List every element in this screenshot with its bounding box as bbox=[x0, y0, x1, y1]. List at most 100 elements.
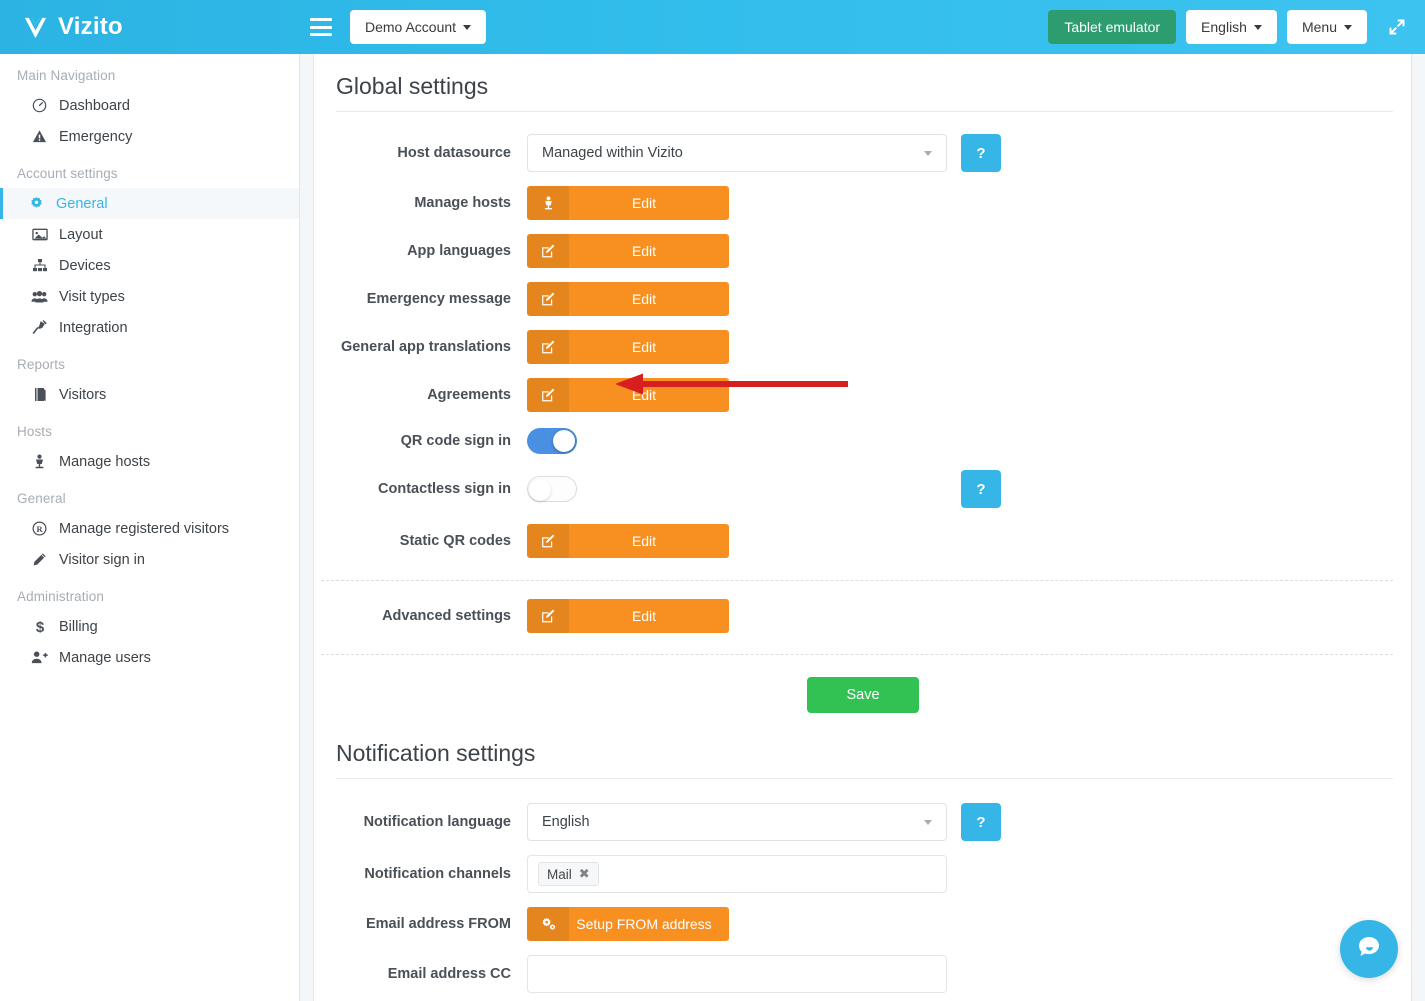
edit-button-label: Edit bbox=[631, 533, 657, 549]
sidebar-item-emergency[interactable]: Emergency bbox=[0, 121, 299, 152]
edit-pencil-square-icon bbox=[527, 234, 569, 268]
channel-tag-mail: Mail ✖ bbox=[538, 862, 599, 886]
edit-button-advanced-settings[interactable]: Edit bbox=[527, 599, 729, 633]
host-person-icon bbox=[527, 186, 569, 220]
user-plus-icon bbox=[31, 650, 48, 665]
sidebar-item-label: Integration bbox=[59, 319, 128, 336]
email-cc-input[interactable] bbox=[527, 955, 947, 993]
qr-code-sign-in-toggle[interactable] bbox=[527, 428, 577, 454]
sidebar-item-label: Manage hosts bbox=[59, 453, 151, 470]
channel-tag-label: Mail bbox=[547, 866, 572, 882]
sidebar-scrollbar-track[interactable] bbox=[300, 54, 314, 1001]
row-agreements: Agreements Edit bbox=[315, 378, 1411, 412]
sidebar-item-label: Emergency bbox=[59, 128, 133, 145]
setup-from-address-button[interactable]: Setup FROM address bbox=[527, 907, 729, 941]
dollar-icon: $ bbox=[31, 619, 48, 635]
chevron-down-icon bbox=[1253, 24, 1262, 30]
edit-button-agreements[interactable]: Edit bbox=[527, 378, 729, 412]
notification-channels-input[interactable]: Mail ✖ bbox=[527, 855, 947, 893]
row-notification-channels: Notification channels Mail ✖ bbox=[315, 855, 1411, 893]
host-datasource-select[interactable]: Managed within Vizito bbox=[527, 134, 947, 172]
expand-arrows-icon[interactable] bbox=[1385, 15, 1409, 39]
help-button-host-datasource[interactable]: ? bbox=[961, 134, 1001, 172]
vizito-v-logo-icon bbox=[22, 14, 49, 41]
account-dropdown-label: Demo Account bbox=[365, 19, 457, 35]
label-static-qr-codes: Static QR codes bbox=[399, 533, 511, 549]
brand-area: Vizito bbox=[0, 0, 300, 54]
sidebar-item-integration[interactable]: Integration bbox=[0, 312, 299, 343]
chevron-down-icon bbox=[463, 24, 472, 30]
edit-button-manage-hosts[interactable]: Edit bbox=[527, 186, 729, 220]
sidebar-item-devices[interactable]: Devices bbox=[0, 250, 299, 281]
svg-text:R: R bbox=[36, 524, 43, 534]
sidebar-item-manage-users[interactable]: Manage users bbox=[0, 642, 299, 673]
setup-from-address-label: Setup FROM address bbox=[576, 916, 712, 932]
label-advanced-settings: Advanced settings bbox=[382, 608, 511, 624]
sidebar-item-billing[interactable]: $ Billing bbox=[0, 611, 299, 642]
row-contactless-sign-in: Contactless sign in ? bbox=[315, 470, 1411, 508]
label-emergency-message: Emergency message bbox=[366, 291, 511, 307]
sidebar-item-visitor-sign-in[interactable]: Visitor sign in bbox=[0, 544, 299, 575]
row-static-qr-codes: Static QR codes Edit bbox=[315, 524, 1411, 558]
help-button-contactless-sign-in[interactable]: ? bbox=[961, 470, 1001, 508]
edit-pencil-square-icon bbox=[527, 282, 569, 316]
sidebar-item-label: Manage users bbox=[59, 649, 151, 666]
sidebar-item-manage-registered-visitors[interactable]: R Manage registered visitors bbox=[0, 513, 299, 544]
sidebar-group-title: Reports bbox=[17, 357, 65, 372]
sidebar-navigation: Main Navigation Dashboard Emergency Acco… bbox=[0, 54, 300, 1001]
sidebar-item-visitors[interactable]: Visitors bbox=[0, 379, 299, 410]
save-button-global-settings[interactable]: Save bbox=[807, 677, 919, 713]
hamburger-icon[interactable] bbox=[310, 18, 332, 36]
row-manage-hosts: Manage hosts Edit bbox=[315, 186, 1411, 220]
label-contactless-sign-in: Contactless sign in bbox=[378, 481, 511, 497]
sidebar-item-visit-types[interactable]: Visit types bbox=[0, 281, 299, 312]
help-button-notification-language[interactable]: ? bbox=[961, 803, 1001, 841]
language-dropdown-button[interactable]: English bbox=[1186, 10, 1277, 44]
gear-icon bbox=[28, 196, 45, 211]
page-scrollbar-track[interactable] bbox=[1411, 54, 1425, 1001]
row-app-languages: App languages Edit bbox=[315, 234, 1411, 268]
sidebar-item-label: Devices bbox=[59, 257, 111, 274]
main-content: Global settings Host datasource Managed … bbox=[315, 54, 1411, 1001]
menu-dropdown-label: Menu bbox=[1301, 19, 1337, 35]
book-icon bbox=[31, 387, 48, 402]
sidebar-group-title: Administration bbox=[17, 589, 104, 604]
host-datasource-value: Managed within Vizito bbox=[542, 145, 683, 161]
svg-text:$: $ bbox=[35, 619, 44, 635]
sidebar-item-label: Dashboard bbox=[59, 97, 130, 114]
topbar-right-controls: Tablet emulator English Menu bbox=[1048, 10, 1425, 44]
notification-language-select[interactable]: English bbox=[527, 803, 947, 841]
sidebar-item-label: General bbox=[56, 195, 108, 212]
chevron-down-icon bbox=[1344, 24, 1352, 30]
edit-button-label: Edit bbox=[631, 243, 657, 259]
chat-widget-button[interactable] bbox=[1340, 920, 1398, 978]
contactless-sign-in-toggle[interactable] bbox=[527, 476, 577, 502]
edit-button-app-languages[interactable]: Edit bbox=[527, 234, 729, 268]
label-app-languages: App languages bbox=[407, 243, 511, 259]
chat-bubble-icon bbox=[1354, 932, 1384, 967]
edit-button-label: Edit bbox=[631, 387, 657, 403]
edit-button-static-qr-codes[interactable]: Edit bbox=[527, 524, 729, 558]
edit-button-general-app-translations[interactable]: Edit bbox=[527, 330, 729, 364]
sidebar-item-layout[interactable]: Layout bbox=[0, 219, 299, 250]
sidebar-item-dashboard[interactable]: Dashboard bbox=[0, 90, 299, 121]
account-dropdown-button[interactable]: Demo Account bbox=[350, 10, 487, 44]
warning-triangle-icon bbox=[31, 129, 48, 144]
next-section-title-partial bbox=[336, 989, 342, 1001]
divider-dashed bbox=[321, 580, 1393, 581]
gears-icon bbox=[527, 907, 569, 941]
close-x-icon[interactable]: ✖ bbox=[579, 866, 590, 882]
host-person-icon bbox=[31, 454, 48, 469]
sidebar-group-title: General bbox=[17, 491, 66, 506]
page-title-global-settings: Global settings bbox=[336, 73, 489, 99]
label-notification-language: Notification language bbox=[363, 814, 511, 830]
edit-button-emergency-message[interactable]: Edit bbox=[527, 282, 729, 316]
sidebar-item-general[interactable]: General bbox=[0, 188, 299, 219]
label-email-cc: Email address CC bbox=[387, 966, 511, 982]
menu-dropdown-button[interactable]: Menu bbox=[1286, 10, 1367, 44]
sidebar-item-label: Layout bbox=[59, 226, 103, 243]
sidebar-item-label: Visitor sign in bbox=[59, 551, 145, 568]
edit-button-label: Edit bbox=[631, 291, 657, 307]
sidebar-item-manage-hosts[interactable]: Manage hosts bbox=[0, 446, 299, 477]
tablet-emulator-button[interactable]: Tablet emulator bbox=[1048, 10, 1177, 44]
